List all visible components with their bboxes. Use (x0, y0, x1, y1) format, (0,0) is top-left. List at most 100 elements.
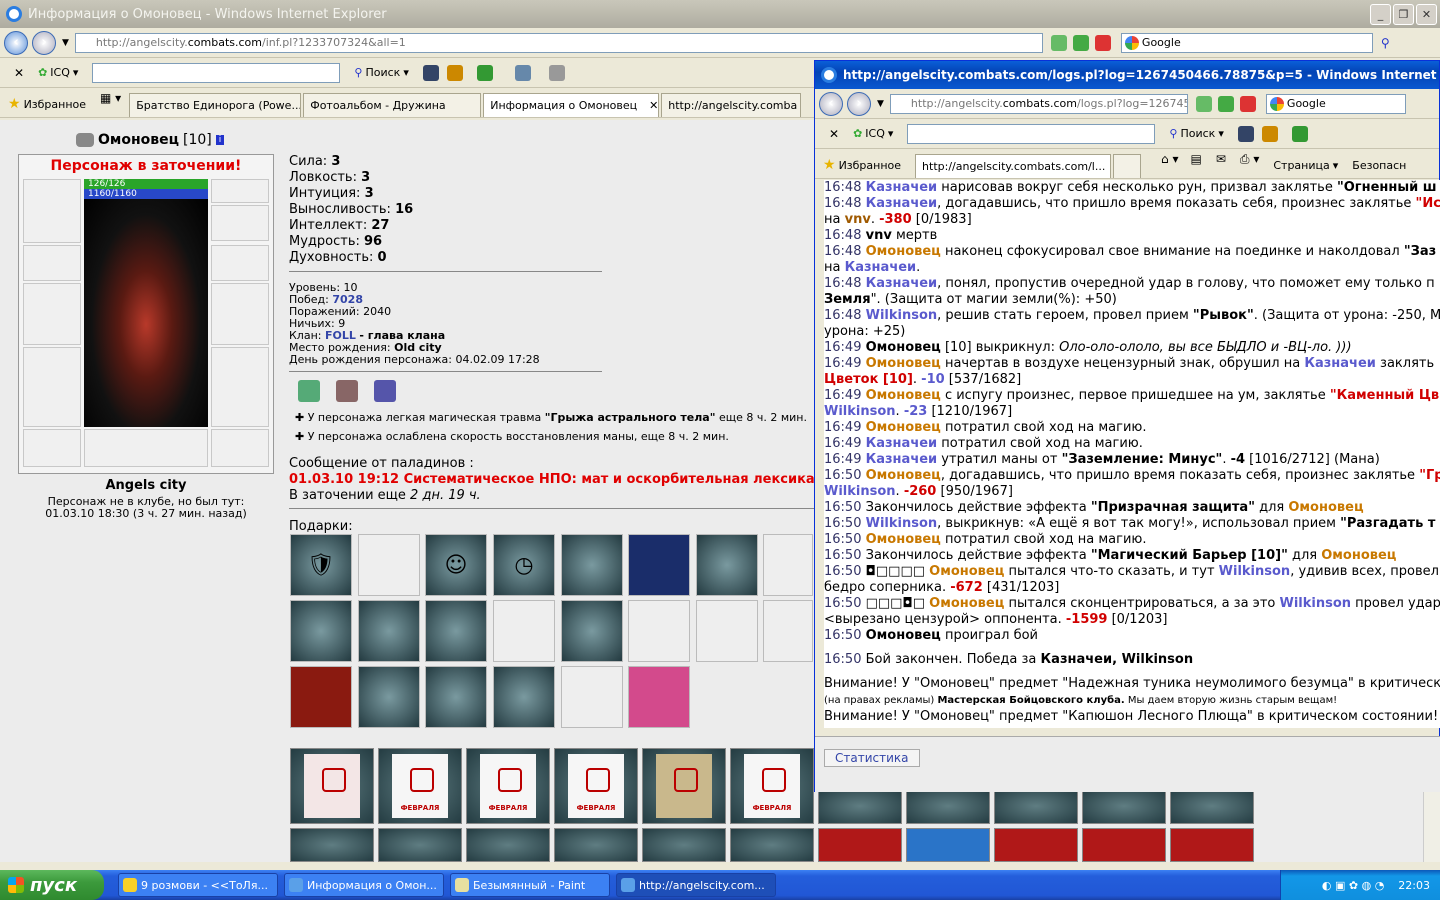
refresh-icon[interactable] (1195, 95, 1212, 112)
toolbar-close-icon[interactable]: ✕ (829, 127, 839, 141)
toolbar-icon-1[interactable] (422, 64, 439, 81)
go-icon[interactable] (1217, 95, 1234, 112)
search-box[interactable]: Google (1120, 32, 1373, 53)
gift-mill[interactable] (290, 600, 352, 662)
toolbar-icon-3[interactable] (1291, 125, 1308, 142)
print-icon[interactable]: ⎙ ▾ (1240, 152, 1259, 178)
belt-slot[interactable] (23, 429, 81, 467)
gift-card[interactable] (642, 748, 726, 824)
task-paint[interactable]: Безымянный - Paint (450, 873, 610, 897)
toolbar-input[interactable] (907, 123, 1156, 144)
weapon-slot[interactable] (23, 283, 81, 345)
gift-banner[interactable] (290, 666, 352, 728)
gift-card[interactable] (1170, 788, 1254, 824)
gift-card[interactable]: ФЕВРАЛЯ (378, 748, 462, 824)
tab-photoalbum[interactable]: Фотоальбом - Дружина (303, 93, 482, 117)
task-ie-info[interactable]: Информация о Омон... (284, 873, 444, 897)
forward-button[interactable]: › (32, 30, 56, 55)
bracers-slot[interactable] (23, 245, 81, 281)
main-scrollbar[interactable] (1423, 792, 1440, 862)
medal-icon[interactable] (374, 380, 396, 402)
toolbar-icon-3[interactable] (476, 64, 493, 81)
tab-list-icon[interactable]: ▦ ▾ (100, 91, 121, 117)
gift-card[interactable] (554, 828, 638, 862)
gift-card[interactable]: ФЕВРАЛЯ (554, 748, 638, 824)
boots-slot[interactable] (211, 429, 269, 467)
go-icon[interactable] (1072, 34, 1089, 51)
gift-penguin[interactable] (561, 534, 623, 596)
helmet-slot[interactable] (23, 179, 81, 243)
tab-character-info[interactable]: Информация о Омоновец ✕ (483, 93, 660, 117)
toolbar-icon-4[interactable] (514, 64, 531, 81)
tab-close-icon[interactable]: ✕ (649, 99, 658, 112)
amulet-slot[interactable] (211, 179, 269, 203)
new-tab-button[interactable] (1113, 154, 1142, 178)
close-button[interactable]: ✕ (1416, 4, 1437, 25)
maximize-button[interactable]: ❐ (1393, 4, 1414, 25)
gift-tooth[interactable] (358, 666, 420, 728)
gift-card[interactable] (906, 828, 990, 862)
home-icon[interactable]: ⌂ ▾ (1161, 152, 1178, 178)
log-address-bar[interactable]: http://angelscity. combats.com/logs.pl?lo… (889, 93, 1188, 114)
medal-icon[interactable] (298, 380, 320, 402)
medal-icon[interactable] (336, 380, 358, 402)
tab-log[interactable]: http://angelscity.comba (661, 93, 802, 117)
gift-goblet[interactable] (561, 600, 623, 662)
gift-mace[interactable] (358, 600, 420, 662)
gift-card[interactable] (818, 788, 902, 824)
gift-snowman[interactable] (763, 534, 813, 596)
statistics-button[interactable]: Статистика (824, 749, 920, 767)
address-bar[interactable]: http://angelscity. combats.com/inf.pl?123… (74, 32, 1043, 53)
page-menu[interactable]: Страница ▾ (1273, 152, 1338, 178)
gift-card[interactable] (466, 828, 550, 862)
gift-dumbbell[interactable] (358, 534, 420, 596)
toolbar-search-button[interactable]: ⚲ Поиск ▾ (1169, 127, 1223, 140)
favorites-button[interactable]: ★ Избранное (823, 152, 901, 178)
favorites-button[interactable]: ★ Избранное (8, 91, 86, 117)
task-chat[interactable]: 9 розмови - <<ТоЛя... (118, 873, 278, 897)
refresh-icon[interactable] (1050, 34, 1067, 51)
tab-bratstvo[interactable]: Братство Единорога (Powe... (129, 93, 302, 117)
stop-icon[interactable] (1239, 95, 1256, 112)
task-ie-log[interactable]: http://angelscity.com... (616, 873, 776, 897)
history-dropdown-icon[interactable]: ▼ (877, 99, 884, 109)
gift-jar[interactable] (425, 600, 487, 662)
gift-ring[interactable] (425, 666, 487, 728)
gift-card[interactable] (1082, 828, 1166, 862)
back-button[interactable]: ‹ (4, 30, 28, 55)
shield-slot[interactable] (211, 283, 269, 345)
back-button[interactable]: ‹ (819, 91, 843, 116)
toolbar-icon-2[interactable] (1261, 125, 1278, 142)
icq-button[interactable]: ✿ ICQ ▾ (853, 127, 893, 140)
gift-card[interactable] (1082, 788, 1166, 824)
icq-button[interactable]: ✿ ICQ ▾ (38, 66, 78, 79)
gift-card[interactable] (730, 828, 814, 862)
forward-button[interactable]: › (847, 91, 871, 116)
legs-slot[interactable] (211, 347, 269, 427)
mail-icon[interactable]: ✉ (1216, 152, 1226, 178)
feeds-icon[interactable]: ▤ (1191, 152, 1202, 178)
toolbar-icon-1[interactable] (1237, 125, 1254, 142)
gift-wrench[interactable] (561, 666, 623, 728)
log-search-box[interactable]: Google (1265, 93, 1406, 114)
toolbar-icon-2[interactable] (446, 64, 463, 81)
history-dropdown-icon[interactable]: ▼ (62, 38, 69, 48)
gift-mushroom[interactable] (696, 534, 758, 596)
gift-fork[interactable] (763, 600, 813, 662)
minimize-button[interactable]: _ (1370, 4, 1391, 25)
belt-ornament-slot[interactable] (84, 429, 208, 467)
info-icon[interactable]: i (215, 135, 225, 145)
gift-card[interactable] (1170, 828, 1254, 862)
stop-icon[interactable] (1094, 34, 1111, 51)
gift-card[interactable]: ФЕВРАЛЯ (730, 748, 814, 824)
gift-book[interactable] (628, 534, 690, 596)
gift-penguin[interactable] (493, 666, 555, 728)
tab-log[interactable]: http://angelscity.combats.com/l... (915, 154, 1112, 178)
armor-slot[interactable] (23, 347, 81, 427)
gift-smiley[interactable]: ☺ (425, 534, 487, 596)
gloves-slot[interactable] (211, 245, 269, 281)
gift-keychain[interactable] (628, 600, 690, 662)
gift-shield[interactable]: 🛡 (290, 534, 352, 596)
start-button[interactable]: пуск (0, 870, 104, 900)
rings-slot[interactable] (211, 205, 269, 241)
